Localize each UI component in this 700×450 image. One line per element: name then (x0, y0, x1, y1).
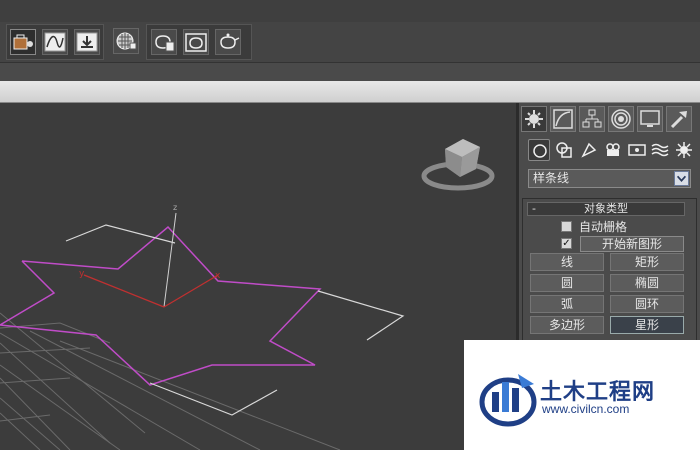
space-warps-button[interactable] (649, 139, 671, 161)
systems-button[interactable] (673, 139, 695, 161)
render-setup-button[interactable] (151, 29, 177, 55)
toolbar-group-render (146, 24, 252, 60)
geometry-button[interactable] (528, 139, 550, 161)
layer-manager-icon (13, 34, 33, 50)
space-warps-icon (651, 143, 669, 157)
chevron-down-icon[interactable] (674, 171, 689, 186)
viewport-canvas[interactable]: y x z (0, 103, 516, 450)
create-tab-icon (525, 110, 543, 128)
curve-editor-icon (44, 32, 66, 52)
curve-editor-button[interactable] (42, 29, 68, 55)
home-grid (0, 312, 341, 450)
hierarchy-tab-icon (582, 109, 602, 128)
civilcn-logo-icon (479, 374, 537, 427)
rendered-frame-window-button[interactable] (183, 29, 209, 55)
viewport-label-bar (0, 81, 700, 103)
star-button[interactable]: 星形 (610, 316, 684, 334)
arc-button[interactable]: 弧 (530, 295, 604, 313)
render-production-button[interactable] (215, 29, 241, 55)
display-tab[interactable] (637, 106, 663, 132)
auto-grid-label: 自动栅格 (579, 220, 628, 234)
rollout-header[interactable]: - 对象类型 (527, 202, 685, 216)
donut-button[interactable]: 圆环 (610, 295, 684, 313)
rollout-title: 对象类型 (584, 202, 628, 215)
axis-x-label: x (215, 271, 221, 281)
motion-tab-icon (611, 109, 631, 129)
menu-bar (0, 0, 700, 23)
rendered-frame-window-icon (185, 33, 207, 52)
perspective-viewport[interactable]: y x z (0, 103, 516, 450)
geometry-icon (533, 144, 547, 158)
lights-icon (581, 142, 597, 158)
helpers-button[interactable] (626, 139, 648, 161)
toolbar-spacer (0, 63, 700, 81)
ellipse-button[interactable]: 椭圆 (610, 274, 684, 292)
circle-button[interactable]: 圆 (530, 274, 604, 292)
viewcube-icon[interactable] (421, 139, 495, 191)
shapes-icon (556, 142, 572, 158)
line-button[interactable]: 线 (530, 253, 604, 271)
motion-tab[interactable] (608, 106, 634, 132)
render-teapot-icon (220, 33, 240, 49)
helpers-icon (628, 144, 646, 156)
render-setup-icon (155, 35, 175, 52)
selection-bracket (65, 224, 405, 416)
material-editor-icon (116, 32, 137, 50)
modify-tab[interactable] (550, 106, 576, 132)
ngon-button[interactable]: 多边形 (530, 316, 604, 334)
watermark-url: www.civilcn.com (542, 402, 630, 416)
toolbar-group-1 (6, 24, 104, 60)
lights-button[interactable] (578, 139, 600, 161)
schematic-view-icon (76, 32, 98, 52)
rectangle-button[interactable]: 矩形 (610, 253, 684, 271)
material-editor-button[interactable] (113, 28, 139, 54)
cameras-icon (606, 143, 620, 156)
watermark: 土木工程网 www.civilcn.com (464, 340, 700, 450)
cameras-button[interactable] (602, 139, 624, 161)
layer-manager-button[interactable] (10, 29, 36, 55)
hierarchy-tab[interactable] (579, 106, 605, 132)
axis-y-label: y (79, 269, 85, 279)
shapes-button[interactable] (553, 139, 575, 161)
auto-grid-checkbox[interactable] (561, 221, 572, 232)
main-toolbar (0, 22, 700, 63)
start-new-shape-checkbox[interactable]: ✓ (561, 238, 572, 249)
start-new-shape-button[interactable]: 开始新图形 (580, 236, 684, 252)
axis-z-label: z (173, 203, 177, 212)
systems-icon (676, 142, 692, 158)
modify-tab-icon (553, 109, 573, 129)
create-tab[interactable] (521, 106, 547, 132)
utilities-tab[interactable] (666, 106, 692, 132)
display-tab-icon (640, 110, 660, 127)
schematic-view-button[interactable] (74, 29, 100, 55)
category-dropdown[interactable]: 样条线 (528, 169, 691, 188)
category-dropdown-value: 样条线 (533, 171, 570, 185)
utilities-tab-icon (670, 111, 687, 129)
